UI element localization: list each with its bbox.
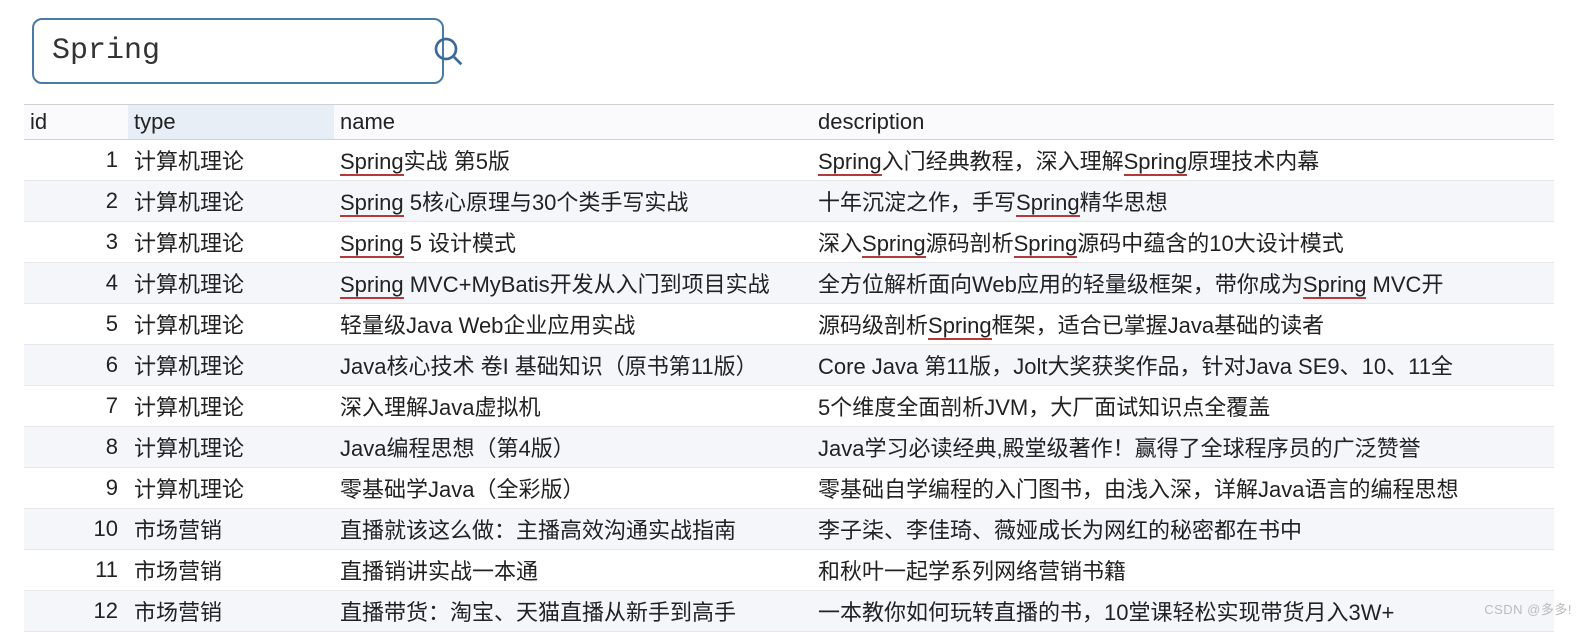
cell-name: Spring MVC+MyBatis开发从入门到项目实战 bbox=[334, 263, 812, 304]
cell-name: 直播销讲实战一本通 bbox=[334, 550, 812, 591]
cell-type: 计算机理论 bbox=[128, 427, 334, 468]
cell-description: 一本教你如何玩转直播的书，10堂课轻松实现带货月入3W+ bbox=[812, 591, 1554, 632]
cell-name: Java编程思想（第4版） bbox=[334, 427, 812, 468]
cell-id: 1 bbox=[24, 140, 128, 181]
cell-id: 3 bbox=[24, 222, 128, 263]
cell-description: 零基础自学编程的入门图书，由浅入深，详解Java语言的编程思想 bbox=[812, 468, 1554, 509]
cell-description: 十年沉淀之作，手写Spring精华思想 bbox=[812, 181, 1554, 222]
cell-name: 零基础学Java（全彩版） bbox=[334, 468, 812, 509]
search-box[interactable] bbox=[32, 18, 444, 84]
cell-name: 直播就该这么做：主播高效沟通实战指南 bbox=[334, 509, 812, 550]
cell-id: 8 bbox=[24, 427, 128, 468]
table-row[interactable]: 4计算机理论Spring MVC+MyBatis开发从入门到项目实战全方位解析面… bbox=[24, 263, 1554, 304]
col-header-id[interactable]: id bbox=[24, 105, 128, 140]
cell-type: 计算机理论 bbox=[128, 468, 334, 509]
cell-name: Spring实战 第5版 bbox=[334, 140, 812, 181]
table-header-row: id type name description bbox=[24, 105, 1554, 140]
cell-id: 5 bbox=[24, 304, 128, 345]
cell-type: 市场营销 bbox=[128, 550, 334, 591]
cell-id: 10 bbox=[24, 509, 128, 550]
search-icon[interactable] bbox=[432, 35, 464, 67]
cell-type: 计算机理论 bbox=[128, 222, 334, 263]
table-row[interactable]: 11市场营销直播销讲实战一本通和秋叶一起学系列网络营销书籍 bbox=[24, 550, 1554, 591]
col-header-name[interactable]: name bbox=[334, 105, 812, 140]
cell-type: 计算机理论 bbox=[128, 304, 334, 345]
col-header-type[interactable]: type bbox=[128, 105, 334, 140]
cell-name: Spring 5 设计模式 bbox=[334, 222, 812, 263]
cell-description: 深入Spring源码剖析Spring源码中蕴含的10大设计模式 bbox=[812, 222, 1554, 263]
table-row[interactable]: 12市场营销直播带货：淘宝、天猫直播从新手到高手一本教你如何玩转直播的书，10堂… bbox=[24, 591, 1554, 632]
cell-id: 12 bbox=[24, 591, 128, 632]
cell-name: 轻量级Java Web企业应用实战 bbox=[334, 304, 812, 345]
table-row[interactable]: 5计算机理论轻量级Java Web企业应用实战源码级剖析Spring框架，适合已… bbox=[24, 304, 1554, 345]
table-row[interactable]: 8计算机理论Java编程思想（第4版）Java学习必读经典,殿堂级著作！赢得了全… bbox=[24, 427, 1554, 468]
cell-description: 全方位解析面向Web应用的轻量级框架，带你成为Spring MVC开 bbox=[812, 263, 1554, 304]
cell-type: 计算机理论 bbox=[128, 386, 334, 427]
cell-name: Spring 5核心原理与30个类手写实战 bbox=[334, 181, 812, 222]
cell-type: 计算机理论 bbox=[128, 140, 334, 181]
results-table: id type name description 1计算机理论Spring实战 … bbox=[24, 104, 1554, 632]
table-row[interactable]: 10市场营销直播就该这么做：主播高效沟通实战指南李子柒、李佳琦、薇娅成长为网红的… bbox=[24, 509, 1554, 550]
table-row[interactable]: 6计算机理论Java核心技术 卷I 基础知识（原书第11版）Core Java … bbox=[24, 345, 1554, 386]
watermark: CSDN @多多! bbox=[1484, 599, 1572, 618]
cell-description: 5个维度全面剖析JVM，大厂面试知识点全覆盖 bbox=[812, 386, 1554, 427]
cell-description: Java学习必读经典,殿堂级著作！赢得了全球程序员的广泛赞誉 bbox=[812, 427, 1554, 468]
cell-type: 计算机理论 bbox=[128, 345, 334, 386]
cell-description: 李子柒、李佳琦、薇娅成长为网红的秘密都在书中 bbox=[812, 509, 1554, 550]
cell-id: 9 bbox=[24, 468, 128, 509]
cell-description: Spring入门经典教程，深入理解Spring原理技术内幕 bbox=[812, 140, 1554, 181]
table-row[interactable]: 2计算机理论Spring 5核心原理与30个类手写实战十年沉淀之作，手写Spri… bbox=[24, 181, 1554, 222]
cell-type: 计算机理论 bbox=[128, 263, 334, 304]
table-row[interactable]: 3计算机理论Spring 5 设计模式深入Spring源码剖析Spring源码中… bbox=[24, 222, 1554, 263]
cell-name: 直播带货：淘宝、天猫直播从新手到高手 bbox=[334, 591, 812, 632]
cell-description: 和秋叶一起学系列网络营销书籍 bbox=[812, 550, 1554, 591]
cell-type: 计算机理论 bbox=[128, 181, 334, 222]
table-row[interactable]: 9计算机理论零基础学Java（全彩版）零基础自学编程的入门图书，由浅入深，详解J… bbox=[24, 468, 1554, 509]
table-row[interactable]: 7计算机理论深入理解Java虚拟机5个维度全面剖析JVM，大厂面试知识点全覆盖 bbox=[24, 386, 1554, 427]
cell-name: 深入理解Java虚拟机 bbox=[334, 386, 812, 427]
cell-id: 4 bbox=[24, 263, 128, 304]
cell-id: 2 bbox=[24, 181, 128, 222]
cell-type: 市场营销 bbox=[128, 591, 334, 632]
search-input[interactable] bbox=[52, 34, 432, 68]
col-header-description[interactable]: description bbox=[812, 105, 1554, 140]
cell-description: 源码级剖析Spring框架，适合已掌握Java基础的读者 bbox=[812, 304, 1554, 345]
table-row[interactable]: 1计算机理论Spring实战 第5版Spring入门经典教程，深入理解Sprin… bbox=[24, 140, 1554, 181]
cell-name: Java核心技术 卷I 基础知识（原书第11版） bbox=[334, 345, 812, 386]
cell-id: 6 bbox=[24, 345, 128, 386]
cell-id: 11 bbox=[24, 550, 128, 591]
cell-type: 市场营销 bbox=[128, 509, 334, 550]
cell-id: 7 bbox=[24, 386, 128, 427]
cell-description: Core Java 第11版，Jolt大奖获奖作品，针对Java SE9、10、… bbox=[812, 345, 1554, 386]
